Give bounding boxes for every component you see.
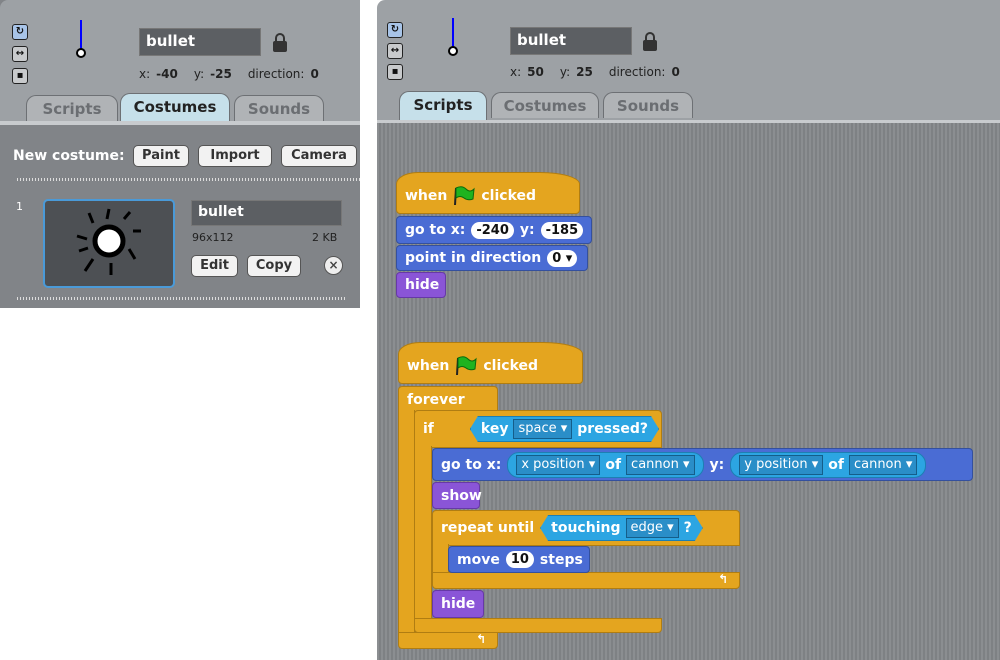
x-position-of-block[interactable]: x position ▾ of cannon ▾	[507, 451, 704, 478]
camera-button[interactable]: Camera	[281, 145, 357, 167]
green-flag-icon	[454, 186, 476, 206]
hide-block[interactable]: hide	[396, 272, 446, 298]
steps-input[interactable]: 10	[505, 551, 534, 568]
when-flag-clicked-hat[interactable]: when clicked	[396, 172, 580, 214]
key-pressed-block[interactable]: key space ▾ pressed?	[470, 416, 659, 442]
go-to-xy-block[interactable]: go to x: -240 y: -185	[396, 216, 592, 244]
loop-arrow-icon: ↰	[476, 632, 487, 646]
if-bottom	[414, 618, 662, 633]
no-rotate-button[interactable]: ▪	[12, 68, 28, 84]
loop-arrow-icon: ↰	[718, 572, 729, 586]
move-steps-block[interactable]: move 10 steps	[448, 546, 590, 573]
repeat-arm	[432, 544, 449, 574]
tab-costumes[interactable]: Costumes	[120, 93, 230, 122]
repeat-until-block[interactable]: repeat until touching edge ▾?	[432, 510, 740, 546]
tab-scripts[interactable]: Scripts	[26, 95, 118, 121]
sprite-name-input[interactable]: bullet	[510, 27, 632, 55]
import-button[interactable]: Import	[198, 145, 272, 167]
touching-block[interactable]: touching edge ▾?	[540, 515, 703, 541]
sprite-coords: x: 50 y: 25 direction: 0	[510, 65, 680, 79]
repeat-bottom	[432, 572, 740, 589]
x-input[interactable]: -240	[471, 221, 514, 239]
sprite-dropdown[interactable]: cannon ▾	[626, 454, 695, 475]
tab-sounds[interactable]: Sounds	[603, 92, 693, 118]
direction-input[interactable]: 0 ▾	[547, 249, 578, 267]
divider	[17, 178, 360, 181]
lock-icon[interactable]	[273, 33, 287, 53]
sprite-name-input[interactable]: bullet	[139, 28, 261, 56]
tab-sounds[interactable]: Sounds	[234, 95, 324, 121]
costumes-panel: ↻ ↔ ▪ bullet x: -40 y: -25 direction: 0 Scrip…	[0, 0, 360, 308]
attribute-dropdown[interactable]: y position ▾	[739, 454, 824, 475]
tab-costumes[interactable]: Costumes	[491, 92, 599, 118]
green-flag-icon	[456, 356, 478, 376]
costume-index: 1	[16, 200, 23, 213]
forever-arm	[398, 410, 415, 634]
new-costume-label: New costume:	[13, 148, 125, 164]
copy-button[interactable]: Copy	[247, 255, 301, 277]
delete-costume-button[interactable]: ×	[324, 256, 343, 275]
sun-drawing-icon	[76, 208, 141, 275]
costume-name-input[interactable]: bullet	[191, 200, 342, 226]
point-in-direction-block[interactable]: point in direction 0 ▾	[396, 245, 588, 271]
costume-filesize: 2 KB	[312, 231, 338, 244]
flip-style-button[interactable]: ↔	[387, 43, 403, 59]
costume-size: 96x112	[192, 231, 234, 244]
show-block[interactable]: show	[432, 482, 482, 509]
when-flag-clicked-hat[interactable]: when clicked	[398, 342, 583, 384]
rotate-style-button[interactable]: ↻	[387, 22, 403, 38]
sprite-dropdown[interactable]: cannon ▾	[848, 454, 918, 475]
costume-thumbnail[interactable]	[43, 199, 175, 288]
attribute-dropdown[interactable]: x position ▾	[516, 454, 601, 475]
forever-block[interactable]: forever	[398, 386, 498, 412]
flip-style-button[interactable]: ↔	[12, 46, 28, 62]
if-block[interactable]: if key space ▾ pressed?	[414, 410, 662, 448]
lock-icon[interactable]	[643, 32, 657, 52]
key-dropdown[interactable]: space ▾	[513, 419, 572, 439]
sprite-thumbnail-icon	[67, 20, 95, 65]
tab-scripts[interactable]: Scripts	[399, 91, 487, 120]
hide-block[interactable]: hide	[432, 590, 484, 618]
y-position-of-block[interactable]: y position ▾ of cannon ▾	[730, 451, 927, 478]
no-rotate-button[interactable]: ▪	[387, 64, 403, 80]
y-input[interactable]: -185	[540, 221, 584, 239]
divider	[17, 297, 347, 300]
sprite-thumbnail-icon	[439, 18, 467, 63]
touching-dropdown[interactable]: edge ▾	[626, 518, 679, 538]
paint-button[interactable]: Paint	[133, 145, 189, 167]
if-arm	[414, 446, 432, 620]
sprite-coords: x: -40 y: -25 direction: 0	[139, 67, 319, 81]
edit-button[interactable]: Edit	[191, 255, 238, 277]
rotate-style-button[interactable]: ↻	[12, 24, 28, 40]
go-to-xy-block[interactable]: go to x: x position ▾ of cannon ▾ y: y pos…	[432, 448, 973, 481]
